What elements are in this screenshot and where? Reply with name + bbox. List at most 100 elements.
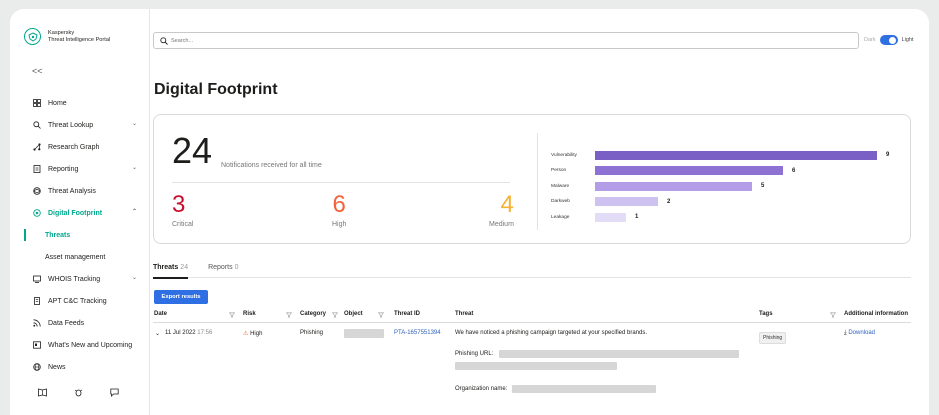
chevron-down-icon: ⌄ xyxy=(131,165,137,171)
home-grid-icon xyxy=(32,98,42,108)
stat-critical: 3 Critical xyxy=(172,191,193,228)
news-box-icon xyxy=(32,340,42,350)
tabs: Threats 24 Reports 0 xyxy=(153,261,911,279)
filter-icon[interactable] xyxy=(378,312,384,318)
column-header-risk[interactable]: Risk xyxy=(243,311,256,317)
sidebar-subitem-threats[interactable]: Threats xyxy=(10,227,149,243)
breakdown-row: Vulnerability 9 xyxy=(551,150,889,160)
breakdown-label: Person xyxy=(551,168,567,173)
column-header-object[interactable]: Object xyxy=(344,311,363,317)
redacted-phishing-url xyxy=(499,350,739,358)
sidebar-item-label: Data Feeds xyxy=(48,319,85,327)
filter-icon[interactable] xyxy=(229,312,235,318)
sidebar-item-label: Research Graph xyxy=(48,143,100,151)
analysis-icon xyxy=(32,186,42,196)
tab-label: Reports xyxy=(208,264,233,271)
risk-value: High xyxy=(250,331,263,337)
cell-category: Phishing xyxy=(300,330,324,336)
graph-icon xyxy=(32,142,42,152)
column-header-additional-info[interactable]: Additional information xyxy=(844,311,908,317)
sidebar-footer xyxy=(38,388,120,398)
tab-threats[interactable]: Threats 24 xyxy=(153,261,189,279)
column-header-tags[interactable]: Tags xyxy=(759,311,773,317)
redacted-phishing-url xyxy=(455,362,617,370)
globe-icon xyxy=(32,362,42,372)
filter-icon[interactable] xyxy=(332,312,338,318)
sidebar-item-label: Digital Footprint xyxy=(48,209,103,217)
stat-medium: 4 Medium xyxy=(489,191,514,228)
tag-badge: Phishing xyxy=(759,332,787,344)
column-header-date[interactable]: Date xyxy=(154,311,167,317)
brand[interactable]: Kaspersky Threat Intelligence Portal xyxy=(24,28,110,45)
breakdown-bar xyxy=(595,197,658,206)
chat-icon[interactable] xyxy=(110,388,120,398)
sidebar-item-threat-analysis[interactable]: Threat Analysis xyxy=(10,183,149,199)
column-header-threat-id[interactable]: Threat ID xyxy=(394,311,420,317)
divider xyxy=(537,133,538,230)
download-link[interactable]: ⤓ Download xyxy=(844,330,875,337)
breakdown-label: Leakage xyxy=(551,214,570,220)
breakdown-value: 5 xyxy=(761,183,765,189)
warning-icon: ⚠ xyxy=(243,331,249,337)
breakdown-bar xyxy=(595,181,752,191)
search-bar[interactable] xyxy=(153,32,859,49)
sidebar-item-data-feeds[interactable]: Data Feeds xyxy=(10,315,149,331)
chevron-down-icon: ⌄ xyxy=(131,275,137,281)
export-results-button[interactable]: Export results xyxy=(154,290,208,304)
sidebar-item-home[interactable]: Home xyxy=(10,95,149,111)
sidebar-item-whois-tracking[interactable]: WHOIS Tracking ⌄ xyxy=(10,271,149,287)
stat-label: Critical xyxy=(172,221,194,228)
breakdown-value: 2 xyxy=(667,198,671,205)
sidebar-item-label: Threat Analysis xyxy=(48,187,96,195)
brand-name: Kaspersky Threat Intelligence Portal xyxy=(48,30,110,44)
breakdown-bar xyxy=(595,212,626,222)
search-input[interactable] xyxy=(171,37,771,44)
tab-reports[interactable]: Reports 0 xyxy=(208,261,238,278)
column-header-category[interactable]: Category xyxy=(300,311,326,317)
breakdown-row: Malware 5 xyxy=(551,181,764,191)
footprint-icon xyxy=(32,208,42,218)
breakdown-value: 6 xyxy=(792,167,796,174)
report-icon xyxy=(32,164,42,174)
sidebar-item-label: APT C&C Tracking xyxy=(48,297,107,305)
summary-card: 2 4 Notifications received for all time 3… xyxy=(153,114,911,244)
feeds-icon xyxy=(32,318,42,328)
sidebar-item-label: News xyxy=(48,363,66,371)
sidebar-subitem-asset-management[interactable]: Asset management xyxy=(10,249,149,265)
sidebar-item-apt-tracking[interactable]: APT C&C Tracking xyxy=(10,293,149,309)
sidebar: Kaspersky Threat Intelligence Portal << … xyxy=(10,9,150,415)
sidebar-item-label: What's New and Upcoming xyxy=(48,341,133,349)
stat-label: High xyxy=(332,221,347,228)
total-notifications-label: Notifications received for all time xyxy=(221,162,322,169)
expand-row-chevron-icon[interactable]: ⌄ xyxy=(155,330,160,337)
download-label: Download xyxy=(848,330,876,336)
theme-toggle[interactable] xyxy=(879,35,898,45)
redacted-organization-name xyxy=(512,385,656,393)
column-header-threat[interactable]: Threat xyxy=(455,311,473,317)
download-icon: ⤓ xyxy=(844,330,847,336)
phishing-url-label: Phishing URL: xyxy=(455,351,494,357)
sidebar-item-whats-new[interactable]: What's New and Upcoming xyxy=(10,337,149,353)
brand-line-2: Threat Intelligence Portal xyxy=(48,36,111,43)
organization-name-label: Organization name: xyxy=(455,386,508,392)
search-icon xyxy=(160,32,168,50)
chevron-down-icon: ⌄ xyxy=(131,121,137,127)
breakdown-value: 9 xyxy=(886,152,890,158)
breakdown-bar xyxy=(595,166,783,175)
stat-value: 4 xyxy=(500,191,514,218)
threat-id-link[interactable]: PTA-1657551394 xyxy=(394,330,441,336)
bug-icon[interactable] xyxy=(74,388,84,398)
sidebar-item-threat-lookup[interactable]: Threat Lookup ⌄ xyxy=(10,117,149,133)
sidebar-item-digital-footprint[interactable]: Digital Footprint ⌃ xyxy=(10,205,149,221)
breakdown-label: Darkweb xyxy=(551,199,570,204)
sidebar-item-news[interactable]: News xyxy=(10,359,149,375)
tab-label: Threats xyxy=(153,264,179,271)
filter-icon[interactable] xyxy=(286,312,292,318)
sidebar-item-research-graph[interactable]: Research Graph xyxy=(10,139,149,155)
collapse-sidebar-button[interactable]: << xyxy=(32,66,43,76)
divider xyxy=(172,182,510,183)
filter-icon[interactable] xyxy=(830,312,836,318)
app-window: Kaspersky Threat Intelligence Portal << … xyxy=(10,9,929,415)
book-icon[interactable] xyxy=(38,388,48,398)
sidebar-item-reporting[interactable]: Reporting ⌄ xyxy=(10,161,149,177)
